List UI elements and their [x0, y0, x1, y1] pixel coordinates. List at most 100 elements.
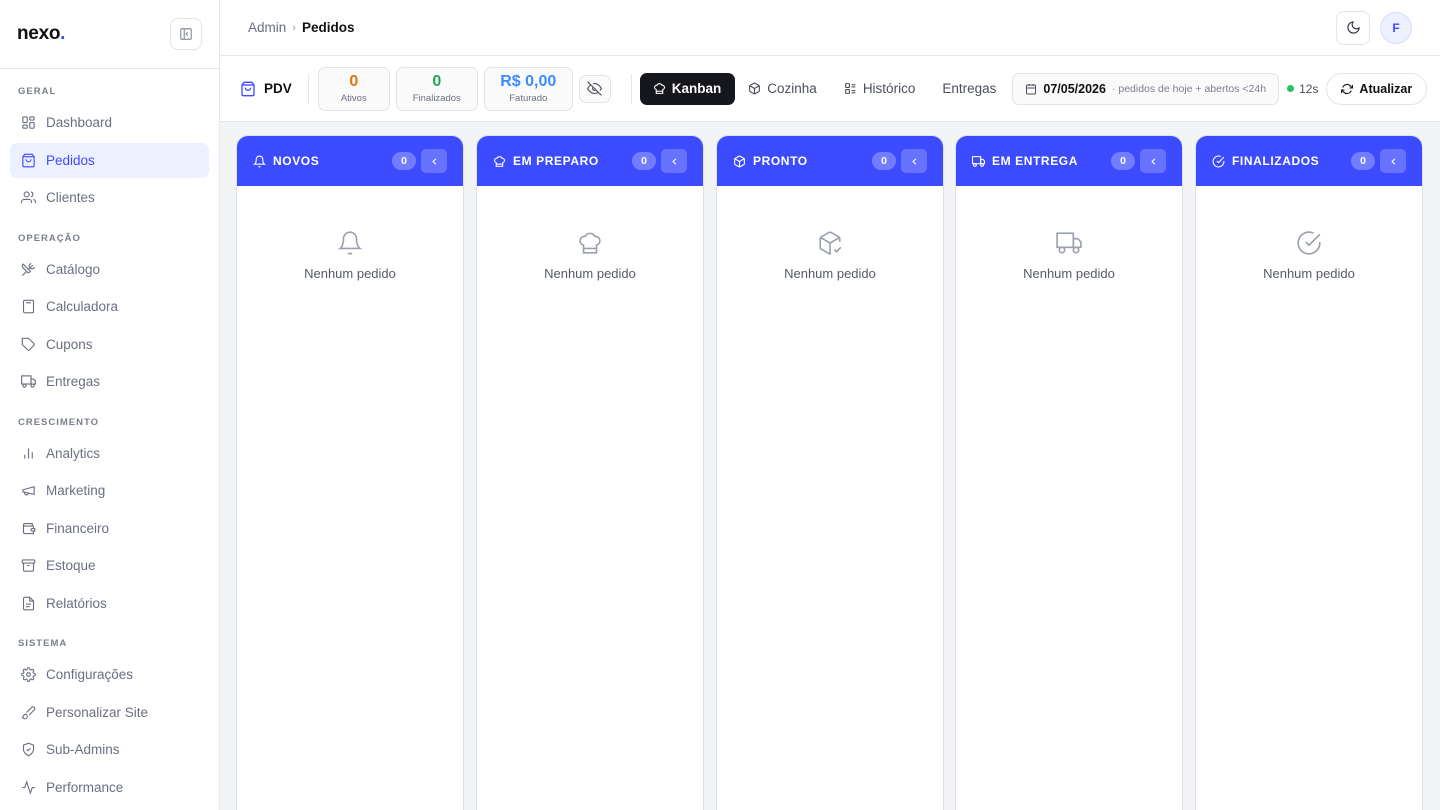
sidebar-item-entregas[interactable]: Entregas — [10, 364, 209, 399]
column-count-badge: 0 — [632, 152, 656, 170]
kanban-column-finalizados: FINALIZADOS 0 Nenhum pedido — [1195, 135, 1423, 810]
nav-section-title: CRESCIMENTO — [18, 416, 100, 428]
top-bar: Admin › Pedidos F — [220, 0, 1440, 56]
logo[interactable]: nexo. — [17, 23, 65, 45]
sidebar-item-label: Financeiro — [46, 520, 110, 536]
stat-value: 0 — [349, 73, 359, 90]
breadcrumb: Admin › Pedidos — [248, 20, 354, 35]
empty-text: Nenhum pedido — [304, 266, 396, 281]
sidebar-item-personalizar-site[interactable]: Personalizar Site — [10, 695, 209, 730]
column-header: PRONTO 0 — [717, 136, 943, 186]
column-count-badge: 0 — [392, 152, 416, 170]
sidebar-item-label: Estoque — [46, 558, 96, 573]
column-header: NOVOS 0 — [237, 136, 463, 186]
collapse-sidebar-button[interactable] — [170, 18, 202, 50]
collapse-column-button[interactable] — [1380, 149, 1406, 173]
toolbar-divider — [630, 73, 632, 104]
live-dot — [1287, 85, 1295, 92]
sidebar-item-label: Configurações — [46, 667, 134, 682]
sidebar-item-pedidos[interactable]: Pedidos — [10, 142, 209, 178]
tab-kanban[interactable]: Kanban — [639, 72, 736, 105]
empty-state: Nenhum pedido — [477, 186, 703, 281]
sidebar-item-label: Analytics — [46, 445, 101, 461]
nav-section-title: OPERAÇÃO — [18, 232, 81, 244]
sidebar-item-cupons[interactable]: Cupons — [10, 327, 209, 362]
collapse-column-button[interactable] — [661, 149, 687, 173]
collapse-column-button[interactable] — [1140, 149, 1166, 173]
sidebar-item-relatorios[interactable]: Relatórios — [10, 586, 209, 621]
date-filter[interactable]: 07/05/2026 · pedidos de hoje + abertos <… — [1012, 72, 1280, 105]
chevron-left-icon — [911, 157, 916, 165]
empty-text: Nenhum pedido — [544, 266, 636, 281]
check-circle-icon — [1212, 154, 1226, 168]
activity-icon — [18, 777, 38, 797]
avatar[interactable]: F — [1380, 11, 1412, 44]
sidebar-item-configuracoes[interactable]: Configurações — [10, 657, 209, 692]
sidebar-item-clientes[interactable]: Clientes — [10, 180, 209, 215]
check-circle-icon — [1297, 231, 1321, 255]
column-header: FINALIZADOS 0 — [1196, 136, 1422, 186]
sidebar-item-financeiro[interactable]: Financeiro — [10, 511, 209, 546]
column-header: EM PREPARO 0 — [477, 136, 703, 186]
top-actions: F — [1336, 10, 1412, 45]
tab-cozinha[interactable]: Cozinha — [735, 73, 831, 105]
gear-icon — [18, 665, 38, 685]
chevron-left-icon — [1150, 157, 1155, 165]
theme-toggle-button[interactable] — [1336, 10, 1370, 45]
column-title: EM ENTREGA — [992, 154, 1079, 168]
sidebar-item-analytics[interactable]: Analytics — [10, 436, 209, 471]
empty-state: Nenhum pedido — [237, 186, 463, 281]
collapse-column-button[interactable] — [901, 149, 927, 173]
breadcrumb-separator: › — [292, 21, 296, 34]
sidebar-item-marketing[interactable]: Marketing — [10, 473, 209, 508]
column-title: PRONTO — [753, 154, 808, 168]
empty-state: Nenhum pedido — [717, 186, 943, 281]
logo-text: nexo — [17, 23, 61, 44]
hide-values-button[interactable] — [578, 74, 611, 103]
shield-icon — [18, 740, 38, 760]
shopping-bag-icon — [241, 81, 255, 96]
column-count-badge: 0 — [1351, 152, 1375, 170]
tab-historico[interactable]: Histórico — [831, 73, 930, 105]
sidebar-item-performance[interactable]: Performance — [10, 770, 209, 805]
truck-icon — [18, 372, 38, 392]
refresh-button[interactable]: Atualizar — [1326, 72, 1428, 105]
sidebar-item-label: Relatórios — [46, 595, 107, 611]
brush-icon — [18, 702, 38, 722]
refresh-interval: 12s — [1299, 81, 1319, 96]
users-icon — [18, 188, 38, 208]
shopping-bag-icon — [18, 150, 38, 170]
package-check-icon — [819, 231, 842, 255]
sidebar-nav: GERAL Dashboard Pedidos Clientes OPERAÇÃ… — [0, 69, 219, 805]
chevron-left-icon — [671, 157, 676, 165]
date-value: 07/05/2026 — [1043, 81, 1106, 96]
breadcrumb-root[interactable]: Admin — [248, 20, 286, 35]
sidebar-item-dashboard[interactable]: Dashboard — [10, 105, 209, 140]
panel-left-icon — [180, 28, 192, 40]
column-header: EM ENTREGA 0 — [956, 136, 1182, 186]
sidebar-item-label: Clientes — [46, 190, 95, 205]
sidebar-item-catalogo[interactable]: Catálogo — [10, 252, 209, 287]
kanban-board: NOVOS 0 Nenhum pedido EM PREPARO 0 Nenhu… — [220, 122, 1440, 810]
column-count-badge: 0 — [872, 152, 896, 170]
calculator-icon — [18, 297, 38, 317]
bar-chart-icon — [18, 443, 38, 463]
tab-entregas[interactable]: Entregas — [929, 73, 1010, 105]
sidebar-item-calculadora[interactable]: Calculadora — [10, 289, 209, 324]
file-text-icon — [18, 593, 38, 613]
bell-icon — [337, 231, 363, 255]
tab-label: Kanban — [671, 81, 722, 96]
nav-section-title: SISTEMA — [18, 638, 68, 649]
sidebar-item-estoque[interactable]: Estoque — [10, 548, 209, 583]
kanban-column-em-entrega: EM ENTREGA 0 Nenhum pedido — [955, 135, 1183, 810]
pdv-button[interactable]: PDV — [240, 73, 309, 104]
sidebar-item-sub-admins[interactable]: Sub-Admins — [10, 732, 209, 767]
column-count-badge: 0 — [1111, 152, 1135, 170]
bell-icon — [253, 154, 267, 168]
sidebar-item-label: Performance — [46, 779, 124, 795]
collapse-column-button[interactable] — [421, 149, 447, 173]
auto-refresh-indicator: 12s — [1287, 82, 1318, 96]
pdv-label: PDV — [264, 81, 292, 96]
truck-icon — [972, 154, 986, 168]
column-title: NOVOS — [273, 154, 320, 168]
